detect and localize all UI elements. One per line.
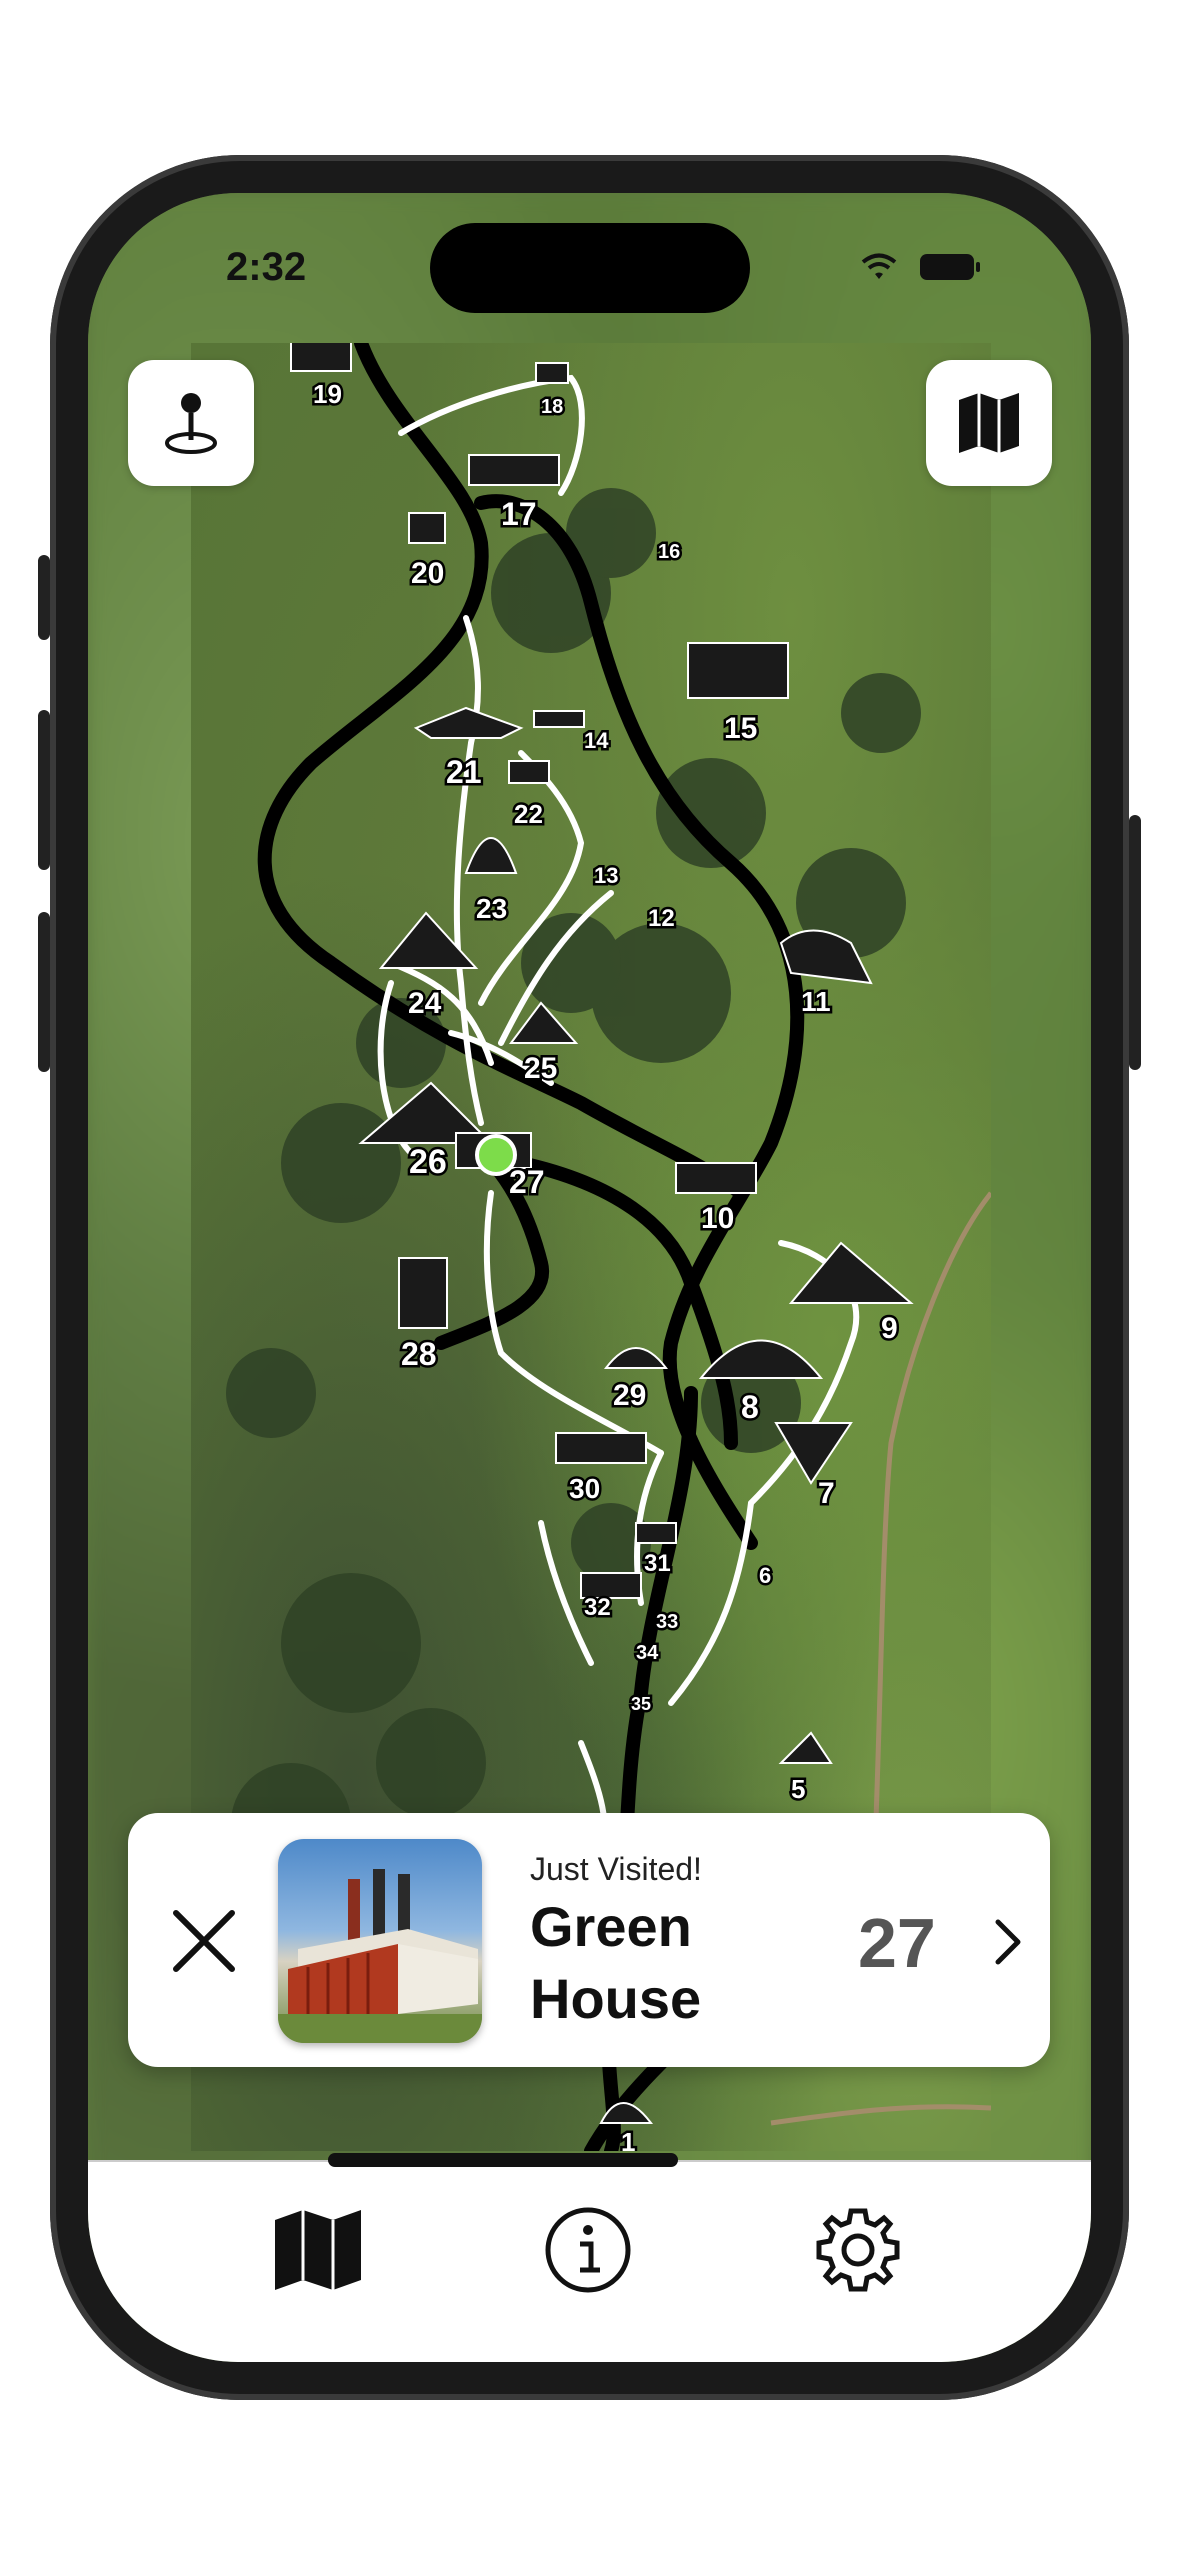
landmark-28-shape [398, 1257, 448, 1329]
tab-info[interactable] [538, 2200, 638, 2300]
landmark-22-shape [508, 760, 550, 784]
landmark-6-label[interactable]: 6 [757, 1561, 774, 1591]
just-visited-card[interactable]: Just Visited! Green House 27 [128, 1813, 1050, 2067]
location-pin-icon [165, 393, 217, 454]
landmark-23-shape [464, 837, 518, 874]
landmark-23-label[interactable]: 23 [474, 891, 510, 927]
landmark-13-label[interactable]: 13 [592, 861, 621, 891]
card-subtitle: Just Visited! [530, 1851, 702, 1887]
landmark-7-label[interactable]: 7 [816, 1475, 838, 1513]
map-icon [959, 393, 1019, 453]
side-button-power [1129, 815, 1141, 1070]
landmark-12-label[interactable]: 12 [646, 903, 678, 935]
landmark-20-label[interactable]: 20 [409, 555, 447, 593]
current-location-dot [475, 1134, 517, 1176]
landmark-thumbnail [278, 1839, 482, 2043]
landmark-10-label[interactable]: 10 [699, 1200, 737, 1238]
map-style-button[interactable] [926, 360, 1052, 486]
landmark-7-shape [774, 1422, 853, 1485]
close-icon[interactable] [166, 1903, 242, 1979]
gear-icon [816, 2208, 900, 2292]
landmark-17-shape [468, 454, 560, 486]
landmark-31-label[interactable]: 31 [642, 1548, 674, 1580]
landmark-15-label[interactable]: 15 [722, 710, 760, 748]
map-icon [275, 2210, 361, 2290]
landmark-8-label[interactable]: 8 [739, 1387, 762, 1428]
location-button[interactable] [128, 360, 254, 486]
landmark-19-shape [290, 343, 352, 372]
landmark-34-label[interactable]: 34 [634, 1640, 662, 1667]
landmark-29-shape [603, 1347, 669, 1369]
screen: 19 18 17 16 20 15 14 21 22 13 12 23 24 1… [88, 193, 1091, 2362]
tab-bar [88, 2160, 1091, 2362]
landmark-17-label[interactable]: 17 [499, 494, 540, 535]
landmark-19-label[interactable]: 19 [311, 377, 345, 412]
landmark-5-shape [778, 1731, 833, 1764]
dynamic-island [430, 223, 750, 313]
landmark-9-label[interactable]: 9 [879, 1310, 901, 1348]
landmark-24-shape [378, 911, 479, 969]
landmark-31-shape [635, 1522, 677, 1544]
landmark-26-label[interactable]: 26 [407, 1141, 450, 1184]
landmark-30-label[interactable]: 30 [567, 1471, 603, 1507]
landmark-35-label[interactable]: 35 [629, 1692, 654, 1717]
landmark-28-label[interactable]: 28 [399, 1334, 440, 1375]
landmark-29-label[interactable]: 29 [611, 1377, 649, 1415]
greenhouse-photo [278, 1869, 482, 2043]
status-bar: 2:32 [88, 193, 1091, 343]
side-button-action [38, 555, 50, 640]
landmark-21-shape [413, 706, 524, 739]
landmark-22-label[interactable]: 22 [512, 797, 546, 832]
landmark-32-label[interactable]: 32 [582, 1592, 614, 1624]
landmark-18-label[interactable]: 18 [539, 394, 566, 421]
wifi-icon [861, 253, 897, 279]
landmark-1-label[interactable]: 1 [619, 2125, 638, 2152]
landmark-14-label[interactable]: 14 [582, 726, 612, 756]
home-indicator[interactable] [328, 2153, 678, 2167]
landmark-25-label[interactable]: 25 [522, 1050, 560, 1088]
landmark-30-shape [555, 1432, 647, 1464]
tab-map[interactable] [268, 2200, 368, 2300]
landmark-27-label[interactable]: 27 [507, 1162, 548, 1203]
landmark-33-label[interactable]: 33 [654, 1609, 681, 1636]
landmark-14-shape [533, 710, 585, 728]
status-time: 2:32 [226, 245, 307, 289]
card-title: Green House [530, 1895, 702, 2030]
battery-icon [920, 254, 980, 280]
chevron-right-icon[interactable] [988, 1917, 1028, 1967]
landmark-15-shape [687, 642, 789, 699]
side-button-volume-up [38, 710, 50, 870]
landmark-21-label[interactable]: 21 [444, 752, 485, 793]
landmark-11-label[interactable]: 11 [799, 984, 834, 1020]
side-button-volume-down [38, 912, 50, 1072]
card-landmark-number: 27 [858, 1904, 936, 1982]
landmark-16-label[interactable]: 16 [656, 539, 683, 566]
landmark-5-label[interactable]: 5 [789, 1772, 808, 1807]
status-icons [857, 251, 981, 283]
landmark-18-shape [535, 362, 569, 384]
landmark-24-label[interactable]: 24 [406, 985, 445, 1023]
landmark-10-shape [675, 1162, 757, 1194]
landmark-20-shape [408, 512, 446, 544]
info-icon [545, 2207, 631, 2293]
tab-settings[interactable] [808, 2200, 908, 2300]
